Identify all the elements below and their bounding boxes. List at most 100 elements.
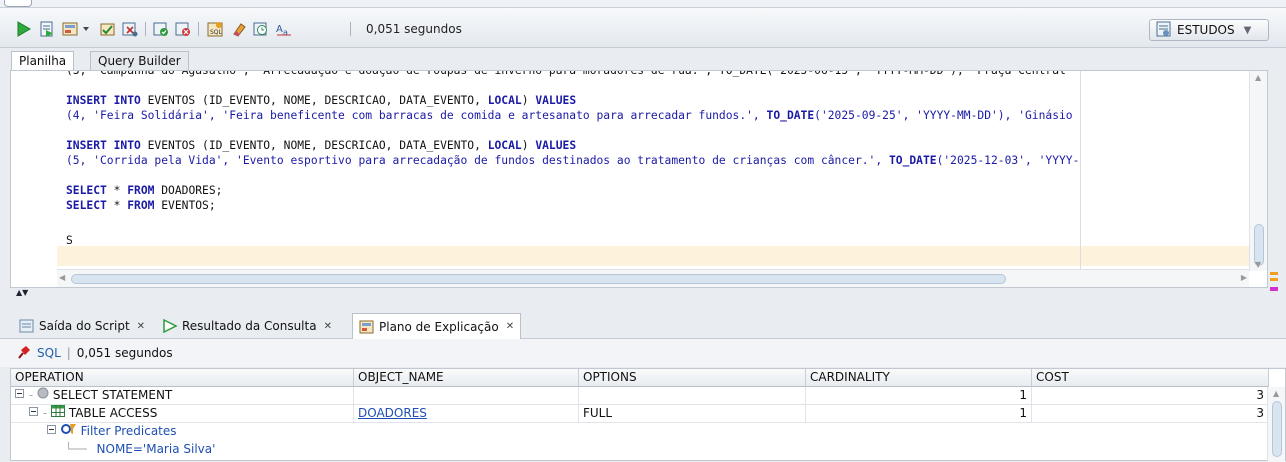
- sql-text: ('2025-12-03', 'YYYY-: [936, 154, 1080, 167]
- line-gutter: [11, 71, 57, 287]
- sql-text: EVENTOS (ID_EVENTO, NOME, DESCRICAO, DAT…: [140, 94, 488, 107]
- editor-horizontal-scroll-thumb[interactable]: [71, 274, 1006, 284]
- scroll-up-icon[interactable]: ▲: [1273, 389, 1279, 398]
- close-icon[interactable]: ✕: [506, 321, 514, 332]
- scroll-up-icon[interactable]: ▲: [1255, 73, 1261, 82]
- sql-text: S: [66, 234, 73, 247]
- sql-text: EVENTOS;: [154, 199, 216, 212]
- sql-keyword: SELECT: [66, 199, 107, 212]
- toolbar-separator: [145, 22, 146, 36]
- history-icon[interactable]: [252, 20, 270, 38]
- run-script-icon[interactable]: [38, 20, 56, 38]
- options-cell: [579, 387, 806, 405]
- run-icon: [163, 319, 178, 333]
- panel-splitter[interactable]: ▲▼: [0, 289, 1286, 303]
- script-output-icon: [19, 319, 34, 333]
- cardinality-cell: 1: [806, 387, 1032, 405]
- sql-keyword: SELECT: [66, 184, 107, 197]
- output-tabs: Saída do Script ✕ Resultado da Consulta …: [0, 305, 1286, 339]
- explain-plan-grid: OPERATION OBJECT_NAME OPTIONS CARDINALIT…: [10, 368, 1286, 462]
- tab-label: Resultado da Consulta: [182, 319, 317, 333]
- code-line[interactable]: SELECT * FROM DOADORES;: [66, 183, 1249, 198]
- explain-plan-icon: [359, 320, 374, 333]
- code-line[interactable]: INSERT INTO EVENTOS (ID_EVENTO, NOME, DE…: [66, 93, 1249, 108]
- collapse-icon[interactable]: [29, 405, 39, 422]
- scroll-left-icon[interactable]: ◀: [59, 273, 65, 282]
- sql-keyword: LOCAL: [487, 94, 522, 107]
- close-icon[interactable]: ✕: [324, 321, 332, 332]
- code-line[interactable]: [66, 78, 1249, 93]
- object-name-cell: [354, 387, 579, 405]
- to-upper-lower-case-icon[interactable]: Aa: [274, 20, 296, 38]
- title-strip: [0, 0, 1286, 8]
- sql-keyword: TO_DATE: [888, 154, 937, 167]
- connection-selector[interactable]: ESTUDOS ▼: [1149, 19, 1269, 41]
- code-line[interactable]: SELECT * FROM EVENTOS;: [66, 198, 1249, 213]
- cost-cell: 3: [1032, 405, 1269, 423]
- column-header-options[interactable]: OPTIONS: [579, 369, 806, 387]
- eraser-icon[interactable]: [230, 20, 248, 38]
- tab-label: Plano de Explicação: [379, 319, 499, 334]
- svg-text:a: a: [283, 28, 288, 37]
- sql-tuning-icon[interactable]: [174, 20, 192, 38]
- scroll-down-icon[interactable]: ▼: [1255, 260, 1261, 269]
- commit-icon[interactable]: [99, 20, 117, 38]
- explain-plan-toolbar: SQL | 0,051 segundos: [0, 339, 1286, 367]
- sql-keyword: FROM: [127, 199, 155, 212]
- table-row[interactable]: └── NOME='Maria Silva': [11, 441, 354, 459]
- sql-history-icon[interactable]: SQL: [206, 20, 226, 38]
- table-row[interactable]: - TABLE ACCESS: [11, 405, 354, 423]
- close-icon[interactable]: ✕: [137, 321, 145, 332]
- execution-time-label: 0,051 segundos: [76, 346, 173, 360]
- column-header-operation[interactable]: OPERATION: [11, 369, 354, 387]
- sql-text: (5, 'Corrida pela Vida', 'Evento esporti…: [66, 154, 889, 167]
- sql-text: ): [521, 139, 536, 152]
- autotrace-dropdown-icon[interactable]: [62, 20, 92, 38]
- grid-vertical-scrollbar[interactable]: ▲: [1267, 387, 1285, 462]
- pin-icon[interactable]: [15, 344, 31, 363]
- column-header-cost[interactable]: COST: [1032, 369, 1269, 387]
- code-line[interactable]: (4, 'Feira Solidária', 'Feira beneficent…: [66, 108, 1249, 123]
- editor-vertical-scrollbar[interactable]: ▲ ▼: [1249, 71, 1267, 271]
- toolbar-separator: [198, 22, 199, 36]
- table-row[interactable]: Filter Predicates: [11, 423, 354, 441]
- object-name-link[interactable]: DOADORES: [354, 405, 579, 423]
- tab-explain-plan[interactable]: Plano de Explicação ✕: [352, 313, 522, 339]
- code-line[interactable]: (5, 'Corrida pela Vida', 'Evento esporti…: [66, 153, 1249, 168]
- rollback-icon[interactable]: [121, 20, 139, 38]
- column-header-cardinality[interactable]: CARDINALITY: [806, 369, 1032, 387]
- database-connection-icon: [1156, 21, 1172, 40]
- code-line[interactable]: [66, 213, 1249, 228]
- code-line[interactable]: S: [66, 233, 1249, 248]
- grid-scroll-thumb[interactable]: [1272, 401, 1282, 457]
- tab-planilha[interactable]: Planilha: [11, 51, 75, 71]
- collapse-arrows-icon[interactable]: ▲▼: [16, 289, 28, 297]
- sql-worksheet-editor[interactable]: (3, 'Campanha do Agasalho', 'Arrecadação…: [10, 70, 1268, 288]
- table-row[interactable]: - SELECT STATEMENT: [11, 387, 354, 405]
- sql-text: (4, 'Feira Solidária', 'Feira beneficent…: [66, 109, 767, 122]
- editor-horizontal-scrollbar[interactable]: ◀ ▶: [57, 269, 1249, 287]
- connection-name: ESTUDOS: [1177, 23, 1235, 37]
- operation-cell: SELECT STATEMENT: [52, 388, 173, 402]
- tab-query-builder[interactable]: Query Builder: [90, 51, 189, 70]
- execution-time-label: 0,051 segundos: [366, 22, 462, 36]
- column-header-object-name[interactable]: OBJECT_NAME: [354, 369, 579, 387]
- window-corner: [4, 0, 32, 7]
- sql-text: EVENTOS (ID_EVENTO, NOME, DESCRICAO, DAT…: [140, 139, 488, 152]
- tab-script-output[interactable]: Saída do Script ✕: [12, 313, 152, 339]
- collapse-icon[interactable]: [47, 423, 57, 440]
- code-line[interactable]: [66, 168, 1249, 183]
- sql-code[interactable]: (3, 'Campanha do Agasalho', 'Arrecadação…: [66, 71, 1249, 269]
- run-statement-icon[interactable]: [16, 20, 32, 38]
- collapse-icon[interactable]: [15, 387, 25, 404]
- warning-marker[interactable]: [1270, 272, 1278, 275]
- sql-link[interactable]: SQL: [37, 346, 61, 360]
- code-line[interactable]: [66, 123, 1249, 138]
- overview-markers: [1270, 272, 1278, 291]
- tab-query-result[interactable]: Resultado da Consulta ✕: [155, 313, 339, 339]
- warning-marker[interactable]: [1270, 278, 1278, 281]
- scroll-right-icon[interactable]: ▶: [1241, 273, 1247, 282]
- code-line[interactable]: (3, 'Campanha do Agasalho', 'Arrecadação…: [66, 71, 1249, 78]
- cancel-icon[interactable]: [152, 20, 170, 38]
- code-line[interactable]: INSERT INTO EVENTOS (ID_EVENTO, NOME, DE…: [66, 138, 1249, 153]
